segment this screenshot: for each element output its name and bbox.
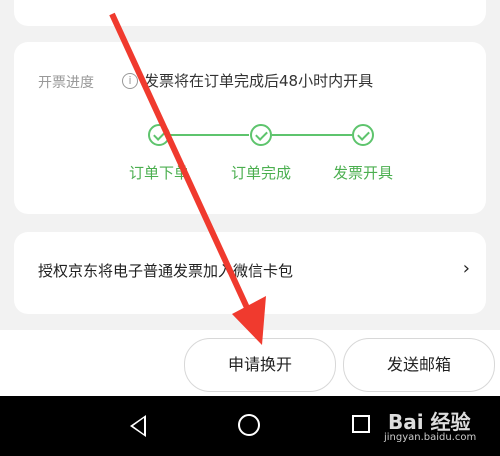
home-icon[interactable] — [238, 414, 260, 436]
auth-text: 授权京东将电子普通发票加入微信卡包 — [38, 262, 294, 280]
chevron-right-icon: › — [462, 258, 470, 279]
apply-reissue-button[interactable]: 申请换开 — [184, 338, 336, 392]
step-2-check-icon — [250, 124, 272, 146]
bottom-action-bar: 申请换开 发送邮箱 — [0, 330, 500, 396]
watermark-brand: Bai 经验 — [388, 410, 471, 434]
recent-apps-icon[interactable] — [352, 415, 370, 433]
progress-label: 开票进度 — [38, 75, 94, 91]
watermark-url: jingyan.baidu.com — [384, 432, 477, 443]
step-3-check-icon — [352, 124, 374, 146]
step-1-check-icon — [148, 124, 170, 146]
back-icon[interactable] — [130, 415, 146, 437]
previous-card — [14, 0, 486, 26]
send-email-button[interactable]: 发送邮箱 — [343, 338, 495, 392]
step-2-label: 订单完成 — [230, 164, 291, 182]
progress-info: i 发票将在订单完成后48小时内开具 — [122, 70, 373, 91]
progress-info-text: 发票将在订单完成后48小时内开具 — [144, 72, 374, 90]
invoice-progress-card: 开票进度 i 发票将在订单完成后48小时内开具 订单下单 订单完成 发票开具 — [14, 42, 486, 214]
info-icon: i — [122, 72, 138, 89]
step-3-label: 发票开具 — [332, 164, 393, 182]
step-connector-2 — [272, 134, 352, 136]
wechat-card-auth-row[interactable]: 授权京东将电子普通发票加入微信卡包 › — [14, 232, 486, 314]
step-connector-1 — [169, 134, 249, 136]
step-1-label: 订单下单 — [128, 164, 189, 182]
